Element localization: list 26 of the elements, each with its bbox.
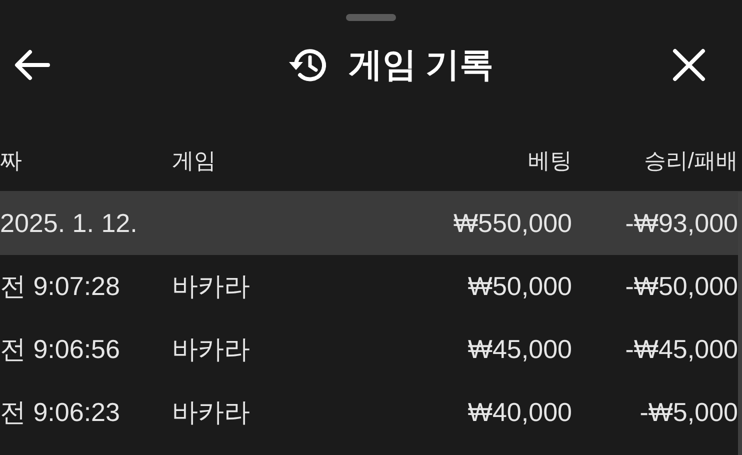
result-cell: -₩50,000 bbox=[625, 271, 738, 302]
scrollbar[interactable] bbox=[738, 192, 742, 455]
date-label: 2025. 1. 12. bbox=[0, 208, 138, 238]
game-cell-text: 바카라 bbox=[172, 333, 250, 366]
column-header: 베팅 bbox=[528, 147, 572, 175]
column-header: 승리/패배 bbox=[644, 147, 738, 175]
column-header: 게임 bbox=[172, 147, 216, 175]
time-cell-text: 전 9:06:23 bbox=[0, 396, 120, 429]
game-cell-text: 바카라 bbox=[172, 396, 250, 429]
game-cell-text: 바카라 bbox=[172, 270, 250, 303]
close-button[interactable] bbox=[672, 48, 706, 82]
bet-cell: ₩45,000 bbox=[468, 334, 572, 365]
column-header: 짜 bbox=[0, 147, 22, 175]
sheet-title: 게임 기록 bbox=[348, 45, 494, 86]
date-group-row[interactable]: 2025. 1. 12. ₩550,000 -₩93,000 bbox=[0, 191, 742, 255]
drag-handle[interactable] bbox=[346, 14, 396, 21]
history-icon bbox=[288, 47, 328, 83]
result-cell: -₩5,000 bbox=[640, 397, 738, 428]
bet-cell: ₩40,000 bbox=[468, 397, 572, 428]
back-button[interactable] bbox=[14, 49, 50, 81]
bet-cell: ₩50,000 bbox=[468, 271, 572, 302]
time-cell-text: 전 9:07:28 bbox=[0, 270, 120, 303]
result-total: -₩93,000 bbox=[625, 208, 738, 238]
time-cell-text: 전 9:06:56 bbox=[0, 333, 120, 366]
result-cell: -₩45,000 bbox=[625, 334, 738, 365]
bet-total: ₩550,000 bbox=[453, 208, 572, 238]
